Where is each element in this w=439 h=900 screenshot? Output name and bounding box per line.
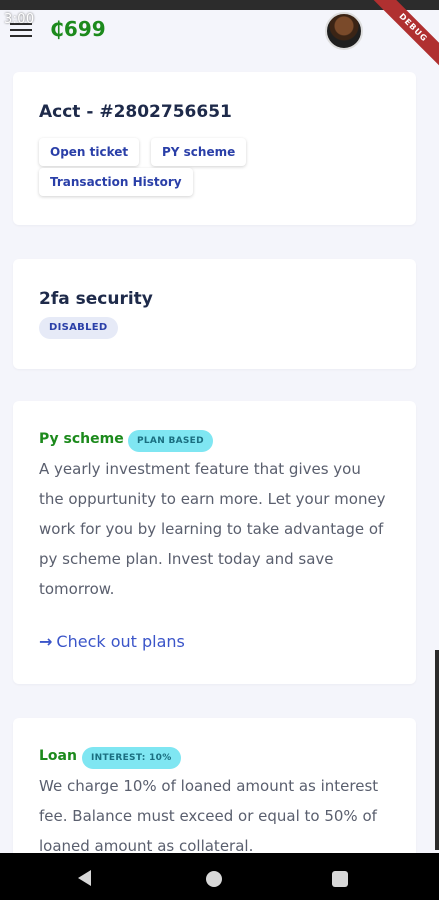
account-card: Acct - #2802756651 Open ticket PY scheme… <box>13 72 416 225</box>
security-card: 2fa security DISABLED <box>13 259 416 369</box>
loan-description: We charge 10% of loaned amount as intere… <box>39 777 379 855</box>
avatar[interactable] <box>325 12 363 50</box>
navigation-bar <box>0 853 439 900</box>
home-icon[interactable] <box>206 871 222 887</box>
transaction-history-button[interactable]: Transaction History <box>39 168 193 196</box>
check-out-plans-label: Check out plans <box>56 632 185 651</box>
check-out-plans-link[interactable]: → Check out plans <box>39 632 185 651</box>
plan-based-badge: PLAN BASED <box>128 430 213 452</box>
py-scheme-title: Py scheme <box>39 431 124 447</box>
py-scheme-button[interactable]: PY scheme <box>151 138 247 166</box>
app-bar: ₵699 <box>0 10 439 50</box>
py-scheme-card: Py scheme PLAN BASED A yearly investment… <box>13 401 416 684</box>
status-bar <box>0 0 439 10</box>
status-badge: DISABLED <box>39 317 118 339</box>
status-time: 3:00 <box>4 12 35 27</box>
security-title: 2fa security <box>39 289 153 309</box>
scrollbar[interactable] <box>435 650 439 850</box>
interest-badge: INTEREST: 10% <box>82 747 181 769</box>
back-icon[interactable] <box>78 870 91 886</box>
open-ticket-button[interactable]: Open ticket <box>39 138 140 166</box>
balance-amount: ₵699 <box>50 17 106 41</box>
arrow-right-icon: → <box>39 632 53 651</box>
account-number: Acct - #2802756651 <box>39 102 232 122</box>
loan-title: Loan <box>39 748 77 764</box>
py-scheme-description: A yearly investment feature that gives y… <box>39 460 386 598</box>
recents-icon[interactable] <box>332 871 348 887</box>
